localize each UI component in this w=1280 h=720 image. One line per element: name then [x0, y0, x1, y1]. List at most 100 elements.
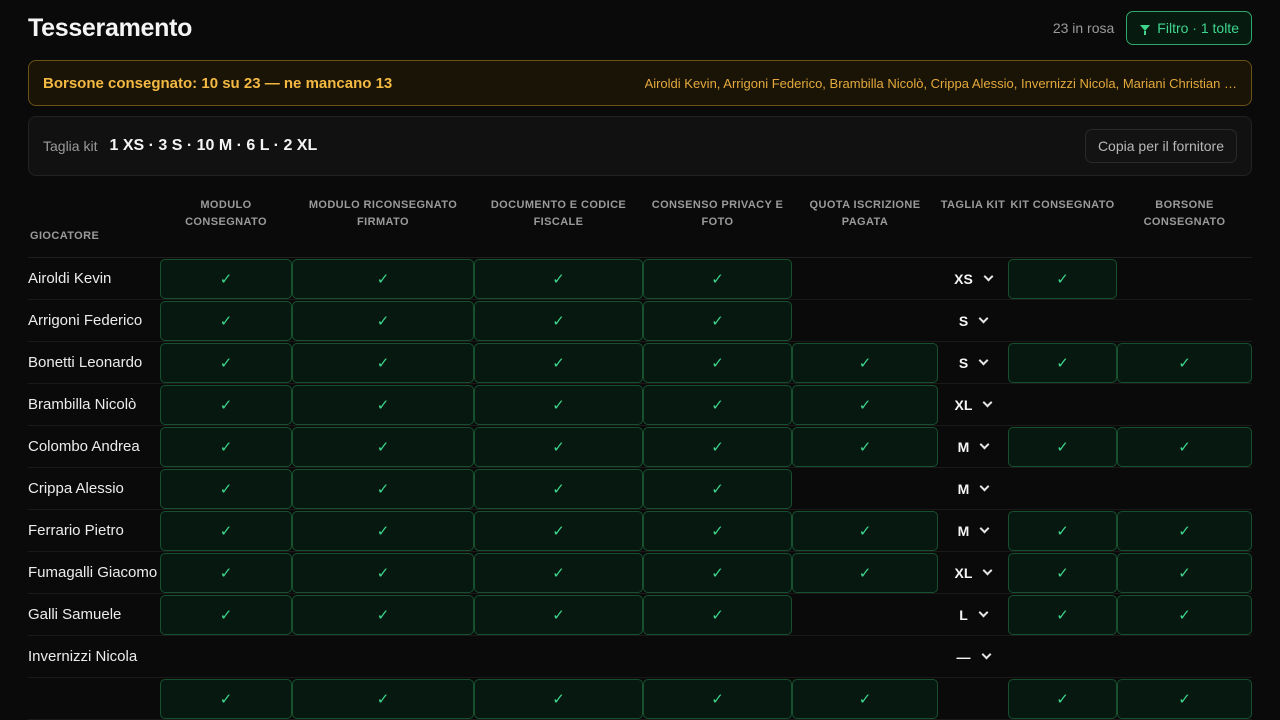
check-icon[interactable]: ✓ — [792, 384, 938, 425]
consenso-privacy-cell[interactable]: ✓ — [643, 552, 792, 594]
empty-toggle[interactable] — [1117, 469, 1252, 509]
documento-codice-fiscale-cell[interactable]: ✓ — [474, 468, 643, 510]
kit-consegnato-cell[interactable]: ✓ — [1008, 426, 1117, 468]
quota-pagata-cell[interactable] — [792, 594, 938, 636]
borsone-consegnato-cell[interactable] — [1117, 258, 1252, 300]
check-icon[interactable]: ✓ — [292, 552, 474, 593]
kit-size-select[interactable]: S — [938, 342, 1008, 384]
check-icon[interactable]: ✓ — [160, 510, 292, 551]
check-icon[interactable]: ✓ — [643, 342, 792, 383]
empty-toggle[interactable] — [1008, 385, 1117, 425]
player-name[interactable]: Fumagalli Giacomo — [28, 564, 160, 581]
check-icon[interactable]: ✓ — [292, 510, 474, 551]
check-icon[interactable]: ✓ — [1117, 342, 1252, 383]
empty-toggle[interactable] — [1008, 301, 1117, 341]
modulo-consegnato-cell[interactable]: ✓ — [160, 552, 292, 594]
check-icon[interactable]: ✓ — [1008, 594, 1117, 635]
modulo-firmato-cell[interactable]: ✓ — [292, 552, 474, 594]
player-name[interactable]: Colombo Andrea — [28, 438, 160, 455]
kit-size-select[interactable] — [938, 678, 1008, 720]
player-name[interactable]: Brambilla Nicolò — [28, 396, 160, 413]
documento-codice-fiscale-cell[interactable]: ✓ — [474, 426, 643, 468]
check-icon[interactable]: ✓ — [1008, 552, 1117, 593]
column-header[interactable]: Modulo consegnato — [160, 192, 292, 257]
empty-toggle[interactable] — [792, 259, 938, 299]
empty-toggle[interactable] — [1117, 385, 1252, 425]
consenso-privacy-cell[interactable]: ✓ — [643, 468, 792, 510]
check-icon[interactable]: ✓ — [474, 384, 643, 425]
column-header[interactable]: Consenso privacy e foto — [643, 192, 792, 257]
kit-consegnato-cell[interactable]: ✓ — [1008, 342, 1117, 384]
check-icon[interactable]: ✓ — [643, 384, 792, 425]
modulo-consegnato-cell[interactable] — [160, 636, 292, 678]
empty-toggle[interactable] — [643, 637, 792, 677]
modulo-consegnato-cell[interactable]: ✓ — [160, 594, 292, 636]
check-icon[interactable]: ✓ — [160, 384, 292, 425]
check-icon[interactable]: ✓ — [643, 468, 792, 509]
kit-consegnato-cell[interactable] — [1008, 300, 1117, 342]
player-name[interactable]: Arrigoni Federico — [28, 312, 160, 329]
kit-consegnato-cell[interactable] — [1008, 384, 1117, 426]
column-header[interactable]: Taglia kit — [938, 192, 1008, 257]
documento-codice-fiscale-cell[interactable]: ✓ — [474, 384, 643, 426]
borsone-consegnato-cell[interactable] — [1117, 468, 1252, 510]
documento-codice-fiscale-cell[interactable]: ✓ — [474, 552, 643, 594]
empty-toggle[interactable] — [792, 637, 938, 677]
borsone-consegnato-cell[interactable]: ✓ — [1117, 510, 1252, 552]
check-icon[interactable]: ✓ — [160, 552, 292, 593]
modulo-consegnato-cell[interactable]: ✓ — [160, 510, 292, 552]
kit-consegnato-cell[interactable]: ✓ — [1008, 678, 1117, 720]
kit-size-select[interactable]: XL — [938, 552, 1008, 594]
column-header[interactable]: Kit consegnato — [1008, 192, 1117, 257]
modulo-firmato-cell[interactable]: ✓ — [292, 468, 474, 510]
check-icon[interactable]: ✓ — [1117, 426, 1252, 467]
check-icon[interactable]: ✓ — [792, 552, 938, 593]
check-icon[interactable]: ✓ — [474, 552, 643, 593]
check-icon[interactable]: ✓ — [292, 342, 474, 383]
quota-pagata-cell[interactable] — [792, 258, 938, 300]
quota-pagata-cell[interactable] — [792, 636, 938, 678]
modulo-firmato-cell[interactable]: ✓ — [292, 426, 474, 468]
quota-pagata-cell[interactable]: ✓ — [792, 384, 938, 426]
empty-toggle[interactable] — [292, 637, 474, 677]
kit-consegnato-cell[interactable] — [1008, 636, 1117, 678]
kit-size-select[interactable]: S — [938, 300, 1008, 342]
kit-consegnato-cell[interactable]: ✓ — [1008, 510, 1117, 552]
player-name[interactable]: Galli Samuele — [28, 606, 160, 623]
modulo-consegnato-cell[interactable]: ✓ — [160, 342, 292, 384]
kit-consegnato-cell[interactable] — [1008, 468, 1117, 510]
check-icon[interactable]: ✓ — [474, 594, 643, 635]
modulo-consegnato-cell[interactable]: ✓ — [160, 258, 292, 300]
check-icon[interactable]: ✓ — [474, 468, 643, 509]
modulo-consegnato-cell[interactable]: ✓ — [160, 468, 292, 510]
check-icon[interactable]: ✓ — [292, 594, 474, 635]
borsone-consegnato-cell[interactable]: ✓ — [1117, 426, 1252, 468]
check-icon[interactable]: ✓ — [160, 426, 292, 467]
check-icon[interactable]: ✓ — [474, 678, 643, 719]
check-icon[interactable]: ✓ — [1008, 678, 1117, 719]
check-icon[interactable]: ✓ — [160, 468, 292, 509]
column-header[interactable]: Giocatore — [28, 192, 160, 257]
check-icon[interactable]: ✓ — [292, 300, 474, 341]
consenso-privacy-cell[interactable]: ✓ — [643, 426, 792, 468]
documento-codice-fiscale-cell[interactable]: ✓ — [474, 594, 643, 636]
empty-toggle[interactable] — [792, 595, 938, 635]
check-icon[interactable]: ✓ — [792, 426, 938, 467]
check-icon[interactable]: ✓ — [474, 426, 643, 467]
kit-size-select[interactable]: M — [938, 426, 1008, 468]
quota-pagata-cell[interactable]: ✓ — [792, 510, 938, 552]
empty-toggle[interactable] — [1008, 469, 1117, 509]
check-icon[interactable]: ✓ — [474, 258, 643, 299]
quota-pagata-cell[interactable] — [792, 468, 938, 510]
kit-size-select[interactable]: XL — [938, 384, 1008, 426]
kit-size-select[interactable]: M — [938, 468, 1008, 510]
column-header[interactable]: Quota iscrizione pagata — [792, 192, 938, 257]
empty-toggle[interactable] — [474, 637, 643, 677]
check-icon[interactable]: ✓ — [792, 342, 938, 383]
modulo-firmato-cell[interactable] — [292, 636, 474, 678]
column-header[interactable]: Documento e codice fiscale — [474, 192, 643, 257]
check-icon[interactable]: ✓ — [292, 468, 474, 509]
empty-toggle[interactable] — [792, 469, 938, 509]
modulo-firmato-cell[interactable]: ✓ — [292, 678, 474, 720]
modulo-firmato-cell[interactable]: ✓ — [292, 258, 474, 300]
